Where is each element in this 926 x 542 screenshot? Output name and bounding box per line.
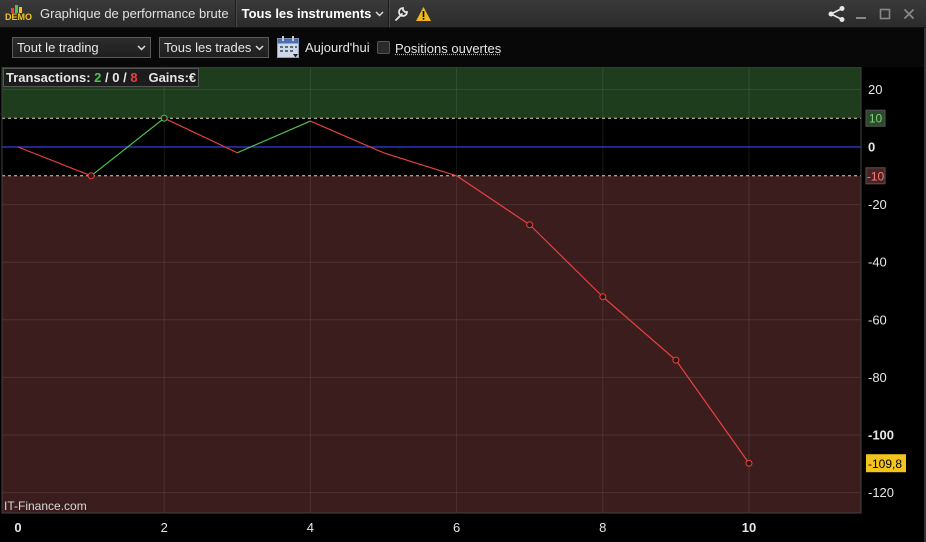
y-tick-label: -100 — [868, 428, 894, 443]
y-tick-label: -10 — [867, 169, 885, 183]
instrument-selector[interactable]: Tous les instruments — [237, 6, 389, 21]
data-point — [160, 114, 168, 122]
x-tick-label: 4 — [307, 520, 314, 535]
filter-toolbar: Tout le trading Tous les trades Aujourd'… — [0, 28, 926, 67]
loss-zone — [2, 175, 861, 514]
wins-count: 2 — [94, 70, 102, 85]
chevron-down-icon — [137, 45, 146, 51]
demo-logo: DEMO — [0, 0, 34, 27]
x-tick-label: 6 — [453, 520, 460, 535]
trades-select-value: Tous les trades — [164, 40, 252, 55]
demo-badge: DEMO — [5, 12, 32, 22]
scope-select[interactable]: Tout le trading — [12, 37, 151, 58]
gains-label: Gains: — [148, 70, 189, 85]
transactions-label: Transactions: — [6, 70, 91, 85]
close-icon[interactable] — [898, 0, 920, 27]
threshold-tick: -10 — [865, 167, 886, 185]
scope-select-value: Tout le trading — [17, 40, 99, 55]
neutral-count: 0 — [112, 70, 120, 85]
x-tick-label: 10 — [742, 520, 756, 535]
data-point — [745, 459, 753, 467]
last-value-badge: -109,8 — [866, 454, 906, 473]
y-tick-label: -40 — [868, 255, 887, 270]
legend-separator: / — [123, 70, 127, 85]
performance-chart[interactable]: 20100-10-20-40-60-80-100-120-109,80 2 4 6 8 1… — [0, 67, 926, 542]
last-value-label: -109,8 — [868, 457, 902, 471]
y-tick-label: -120 — [868, 485, 894, 500]
data-point — [526, 221, 534, 229]
open-positions-label[interactable]: Positions ouvertes — [395, 41, 501, 56]
data-point — [87, 172, 95, 180]
window-title: Graphique de performance brute — [40, 6, 229, 21]
data-point — [599, 293, 607, 301]
y-tick-label: 20 — [868, 82, 882, 97]
y-tick-label: 10 — [869, 112, 883, 126]
instrument-selector-label: Tous les instruments — [241, 6, 372, 21]
date-label[interactable]: Aujourd'hui — [305, 40, 370, 55]
calendar-icon[interactable] — [276, 35, 301, 60]
y-tick-label: -60 — [868, 312, 887, 327]
y-tick-label: -20 — [868, 197, 887, 212]
window-controls — [826, 0, 920, 27]
x-tick-label: 8 — [599, 520, 606, 535]
legend-separator: / — [105, 70, 109, 85]
share-icon[interactable] — [826, 0, 848, 27]
trades-select[interactable]: Tous les trades — [159, 37, 269, 58]
minimize-icon[interactable] — [850, 0, 872, 27]
title-bar: DEMO Graphique de performance brute Tous… — [0, 0, 926, 28]
x-tick-label: 2 — [161, 520, 168, 535]
losses-count: 8 — [130, 70, 138, 85]
y-tick-label: -80 — [868, 370, 887, 385]
chevron-down-icon — [375, 10, 384, 17]
chevron-down-icon — [255, 45, 264, 51]
x-tick-label: 0 — [14, 520, 21, 535]
warning-icon[interactable] — [412, 0, 434, 27]
y-tick-label: 0 — [868, 140, 875, 155]
maximize-icon[interactable] — [874, 0, 896, 27]
open-positions-checkbox[interactable] — [377, 41, 390, 54]
gains-unit: € — [188, 70, 197, 85]
watermark: IT-Finance.com — [4, 499, 87, 513]
transactions-legend: Transactions: 2 / 0 / 8 Gains:€ — [3, 68, 200, 87]
data-point — [672, 356, 680, 364]
wrench-icon[interactable] — [390, 0, 412, 27]
threshold-tick: 10 — [865, 109, 886, 127]
